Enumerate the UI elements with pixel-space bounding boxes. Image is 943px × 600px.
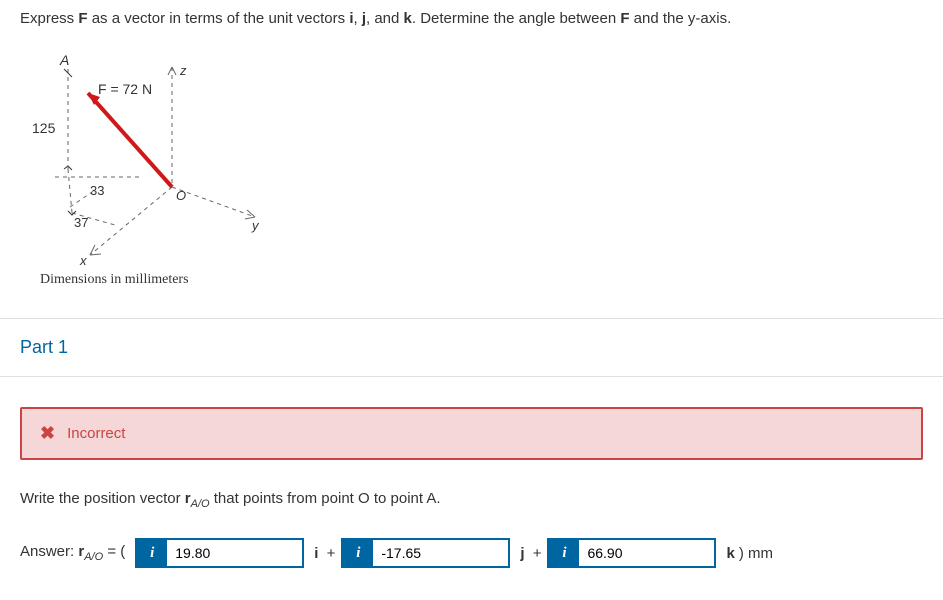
- part-title: Part 1: [20, 337, 923, 358]
- force-diagram-svg: z y x O A: [20, 47, 280, 267]
- origin-label: O: [176, 188, 186, 203]
- instruction-text: Write the position vector rA/O that poin…: [20, 490, 923, 510]
- i-plus-label: i +: [310, 545, 335, 562]
- info-button-k[interactable]: i: [549, 540, 579, 566]
- question-text: Express F as a vector in terms of the un…: [20, 10, 923, 27]
- feedback-incorrect: ✖ Incorrect: [20, 407, 923, 460]
- info-button-j[interactable]: i: [343, 540, 373, 566]
- point-A-label: A: [59, 52, 69, 68]
- input-j-group: i: [341, 538, 510, 568]
- part-header: Part 1: [0, 318, 943, 377]
- input-k[interactable]: [579, 540, 714, 566]
- z-axis-label: z: [179, 63, 187, 78]
- input-k-group: i: [547, 538, 716, 568]
- feedback-text: Incorrect: [67, 425, 125, 442]
- force-label: F = 72 N: [98, 81, 152, 97]
- j-plus-label: j +: [516, 545, 541, 562]
- x-axis-label: x: [79, 253, 87, 267]
- answer-label: Answer: rA/O = (: [20, 543, 125, 563]
- info-button-i[interactable]: i: [137, 540, 167, 566]
- incorrect-icon: ✖: [40, 423, 55, 444]
- input-j[interactable]: [373, 540, 508, 566]
- diagram: z y x O A: [20, 47, 923, 288]
- answer-row: Answer: rA/O = ( i i + i j + i k) mm: [20, 538, 923, 568]
- dim-37: 37: [74, 215, 88, 230]
- input-i-group: i: [135, 538, 304, 568]
- dim-33: 33: [90, 183, 104, 198]
- k-unit-label: k) mm: [722, 545, 773, 562]
- dim-125: 125: [32, 120, 56, 136]
- input-i[interactable]: [167, 540, 302, 566]
- diagram-caption: Dimensions in millimeters: [20, 272, 923, 288]
- y-axis-label: y: [251, 218, 260, 233]
